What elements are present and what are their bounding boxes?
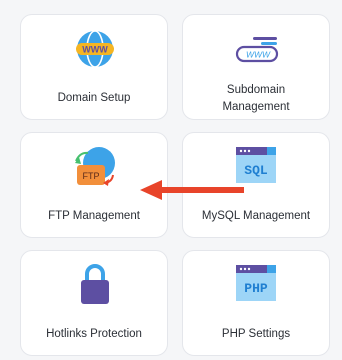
- ftp-icon-text: FTP: [83, 171, 100, 181]
- sql-icon-text: SQL: [244, 163, 268, 178]
- ftp-folder-icon: FTP: [75, 147, 115, 186]
- mysql-management-label: MySQL Management: [201, 210, 311, 222]
- lock-icon: [81, 264, 109, 304]
- php-settings-label: PHP Settings: [221, 328, 291, 340]
- subdomain-www-text: WWW: [246, 50, 271, 60]
- hotlinks-protection-tile[interactable]: Hotlinks Protection: [20, 250, 168, 356]
- php-icon-text: PHP: [244, 281, 268, 296]
- hotlinks-protection-label: Hotlinks Protection: [46, 328, 142, 340]
- globe-www-text: WWW: [82, 45, 108, 55]
- subdomain-www-icon: WWW: [235, 37, 279, 63]
- php-window-icon: PHP: [236, 265, 276, 301]
- subdomain-label-line2: Management: [222, 101, 290, 113]
- ftp-management-label: FTP Management: [48, 210, 140, 222]
- annotation-arrow: [140, 180, 244, 200]
- domain-setup-tile[interactable]: WWW Domain Setup: [20, 14, 168, 120]
- subdomain-label-line1: Subdomain: [226, 84, 286, 96]
- globe-www-icon: WWW: [76, 30, 114, 68]
- domain-setup-label: Domain Setup: [57, 92, 131, 104]
- subdomain-management-tile[interactable]: WWW Subdomain Management: [182, 14, 330, 120]
- php-settings-tile[interactable]: PHP PHP Settings: [182, 250, 330, 356]
